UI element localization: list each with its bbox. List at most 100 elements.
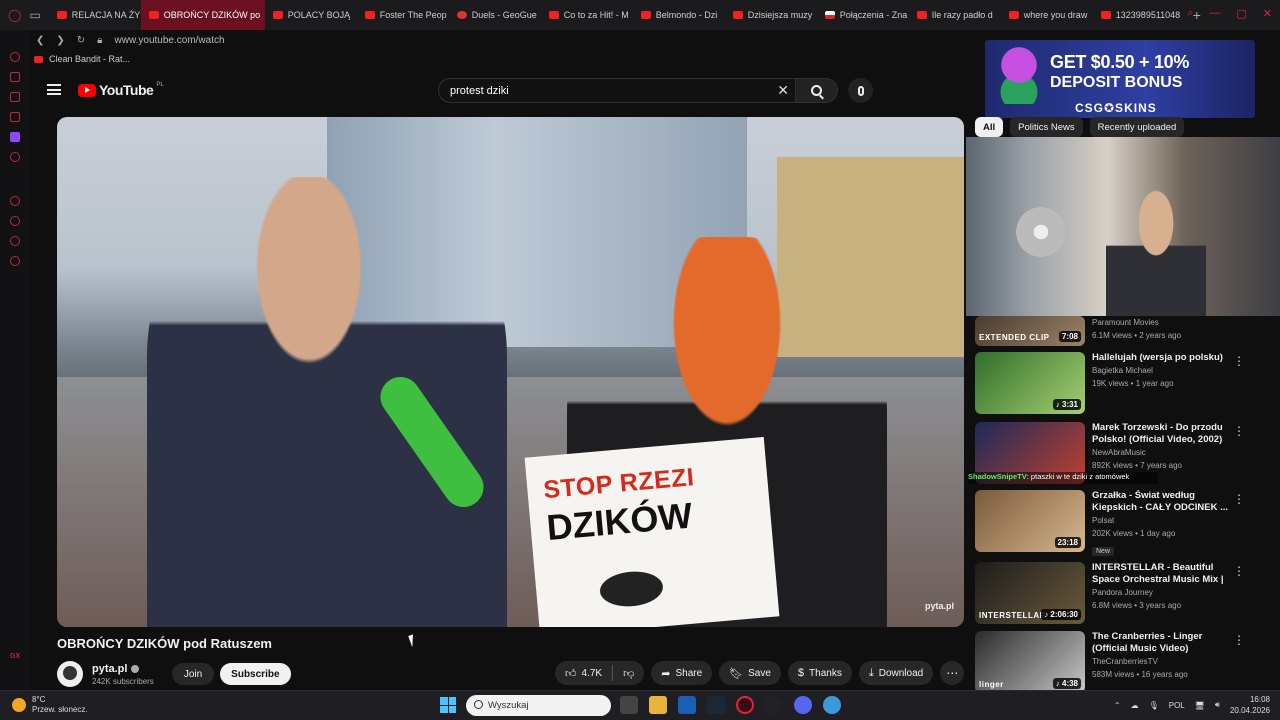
player-icon[interactable] bbox=[10, 196, 20, 206]
search-button[interactable] bbox=[796, 78, 838, 103]
recommendation-thumbnail[interactable]: ♪ 3:31 bbox=[975, 352, 1085, 414]
recommendation-title[interactable]: The Cranberries - Linger (Official Music… bbox=[1092, 631, 1232, 655]
recommendation-channel[interactable]: NewAbraMusic bbox=[1092, 446, 1232, 459]
browser-tab[interactable]: Dzisiejsza muzy bbox=[725, 0, 817, 30]
channel-avatar[interactable] bbox=[57, 661, 83, 687]
share-button[interactable]: ➦ Share bbox=[651, 661, 713, 685]
more-options-icon[interactable]: ⋮ bbox=[1233, 354, 1245, 368]
network-icon[interactable]: 🖥︎ bbox=[1195, 701, 1205, 710]
url-field[interactable]: www.youtube.com/watch bbox=[115, 35, 225, 46]
voice-search-button[interactable] bbox=[848, 78, 873, 103]
browser-tab[interactable]: Połączenia - Zna bbox=[817, 0, 909, 30]
minimize-button[interactable]: — bbox=[1209, 7, 1220, 20]
twitch-icon[interactable] bbox=[10, 132, 20, 142]
mail-icon[interactable] bbox=[678, 696, 696, 714]
spotify-icon[interactable] bbox=[765, 696, 783, 714]
settings-icon[interactable] bbox=[10, 256, 20, 266]
recommendation-title[interactable]: Grzałka - Świat według Kiepskich - CAŁY … bbox=[1092, 490, 1232, 514]
taskbar-search[interactable]: Wyszukaj bbox=[466, 695, 611, 716]
weather-widget[interactable]: 8°C Przew. słonecz. bbox=[12, 695, 88, 715]
file-explorer-icon[interactable] bbox=[649, 696, 667, 714]
language-indicator[interactable]: POL bbox=[1169, 701, 1185, 710]
browser-tab[interactable]: OBROŃCY DZIKÓW po bbox=[140, 0, 265, 30]
browser-tab[interactable]: Belmondo - Dzi bbox=[633, 0, 725, 30]
clear-search-icon[interactable]: ✕ bbox=[777, 82, 789, 99]
history-icon[interactable] bbox=[10, 216, 20, 226]
save-button[interactable]: 🔖︎ Save bbox=[719, 661, 781, 685]
opera-gx-icon[interactable] bbox=[736, 696, 754, 714]
recommendation-thumbnail[interactable]: INTERSTELLAR ♪ 2:06:30 bbox=[975, 562, 1085, 624]
opera-logo-icon[interactable]: ◯ bbox=[8, 8, 21, 22]
bookmark-item[interactable]: Clean Bandit - Rat... bbox=[49, 54, 130, 64]
recommendation-thumbnail[interactable]: EXTENDED CLIP 7:08 bbox=[975, 316, 1085, 346]
discord-icon[interactable] bbox=[794, 696, 812, 714]
browser-tab[interactable]: Duels - GeoGue bbox=[449, 0, 541, 30]
steam-icon[interactable] bbox=[707, 696, 725, 714]
recommendation-title[interactable]: Marek Torzewski - Do przodu Polsko! (Off… bbox=[1092, 422, 1232, 446]
browser-tab[interactable]: Foster The Peop bbox=[357, 0, 449, 30]
close-window-button[interactable]: ✕ bbox=[1263, 7, 1272, 20]
recommendation-item[interactable]: linger ♪ 4:38 The Cranberries - Linger (Of… bbox=[975, 631, 1265, 693]
download-button[interactable]: ⤓ Download bbox=[858, 661, 934, 685]
recommendation-channel[interactable]: Bagietka Michael bbox=[1092, 364, 1232, 377]
forward-icon[interactable]: ❯ bbox=[56, 35, 64, 46]
recommendation-channel[interactable]: Polsat bbox=[1092, 514, 1232, 527]
browser-tab[interactable]: Ile razy padło d bbox=[909, 0, 1001, 30]
aria-icon[interactable] bbox=[10, 52, 20, 62]
like-button[interactable]: 👍︎ 4.7K bbox=[555, 661, 612, 685]
reload-icon[interactable]: ↻ bbox=[77, 35, 85, 46]
recommendation-thumbnail[interactable]: 23:18 bbox=[975, 490, 1085, 552]
clock[interactable]: 16:08 20.04.2026 bbox=[1230, 694, 1270, 716]
tab-workspace-icon[interactable]: ▭ bbox=[29, 8, 40, 22]
chip-recently-uploaded[interactable]: Recently uploaded bbox=[1089, 117, 1185, 137]
task-view-icon[interactable] bbox=[620, 696, 638, 714]
bell-icon[interactable] bbox=[10, 152, 20, 162]
maximize-button[interactable]: ▢ bbox=[1236, 7, 1246, 20]
recommendation-title[interactable]: INTERSTELLAR - Beautiful Space Orchestra… bbox=[1092, 562, 1232, 586]
onedrive-icon[interactable]: ☁ bbox=[1131, 701, 1139, 710]
chip-politics-news[interactable]: Politics News bbox=[1010, 117, 1083, 137]
sidebar-ad[interactable]: GET $0.50 + 10% DEPOSIT BONUS CSG✪SKINS bbox=[985, 40, 1255, 118]
more-options-icon[interactable]: ⋮ bbox=[1233, 424, 1245, 438]
more-options-icon[interactable]: ⋮ bbox=[1233, 564, 1245, 578]
recommendation-item[interactable]: ♪ 3:31 Hallelujah (wersja po polsku) Bagie… bbox=[975, 352, 1265, 414]
channel-name[interactable]: pyta.pl bbox=[92, 663, 127, 675]
recommendation-title[interactable]: Hallelujah (wersja po polsku) bbox=[1092, 352, 1232, 364]
recommendation-item[interactable]: 23:18 Grzałka - Świat według Kiepskich - … bbox=[975, 490, 1265, 558]
chip-all[interactable]: All bbox=[975, 117, 1004, 137]
recommendation-channel[interactable]: TheCranberriesTV bbox=[1092, 655, 1232, 668]
video-player[interactable]: STOP RZEZI DZIKÓW pyta.pl bbox=[57, 117, 964, 627]
volume-icon[interactable]: 🔊︎ bbox=[1215, 700, 1220, 710]
recommendation-thumbnail[interactable]: linger ♪ 4:38 bbox=[975, 631, 1085, 693]
browser-tab[interactable]: POLACY BOJĄ bbox=[265, 0, 357, 30]
browser-tab[interactable]: where you draw bbox=[1001, 0, 1093, 30]
join-button[interactable]: Join bbox=[171, 663, 215, 685]
dislike-button[interactable]: 👎︎ bbox=[613, 661, 644, 685]
browser-tab[interactable]: RELACJA NA ŻY bbox=[49, 0, 141, 30]
recommendation-channel[interactable]: Pandora Journey bbox=[1092, 586, 1232, 599]
search-tabs-icon[interactable]: ⌕ bbox=[1187, 7, 1193, 20]
extensions-icon[interactable] bbox=[10, 236, 20, 246]
globe-icon[interactable] bbox=[823, 696, 841, 714]
recommendation-item[interactable]: INTERSTELLAR ♪ 2:06:30 INTERSTELLAR - Beau… bbox=[975, 562, 1265, 624]
recommendation-item[interactable]: EXTENDED CLIP 7:08 Paramount Movies 6.1M vi… bbox=[975, 316, 1265, 346]
youtube-logo[interactable]: YouTube PL bbox=[78, 82, 164, 98]
recommendation-channel[interactable]: Paramount Movies bbox=[1092, 316, 1232, 329]
more-actions-icon[interactable]: ⋯ bbox=[940, 661, 965, 685]
back-icon[interactable]: ❮ bbox=[36, 35, 44, 46]
start-button[interactable] bbox=[440, 697, 456, 713]
tray-chevron-icon[interactable]: ⌃ bbox=[1114, 701, 1121, 710]
mic-tray-icon[interactable]: 🎙︎ bbox=[1149, 701, 1159, 710]
menu-icon[interactable] bbox=[47, 84, 61, 95]
search-input[interactable]: protest dziki ✕ bbox=[438, 78, 796, 103]
messenger-icon[interactable] bbox=[10, 72, 20, 82]
music-icon[interactable] bbox=[10, 112, 20, 122]
thanks-button[interactable]: $ Thanks bbox=[787, 661, 852, 685]
subscribe-button[interactable]: Subscribe bbox=[220, 663, 291, 685]
browser-tab[interactable]: 1323989511048 bbox=[1093, 0, 1185, 30]
tab-label: Dzisiejsza muzy bbox=[747, 10, 813, 20]
chat-icon[interactable] bbox=[10, 92, 20, 102]
browser-tab[interactable]: Co to za Hit! - M bbox=[541, 0, 633, 30]
more-options-icon[interactable]: ⋮ bbox=[1233, 492, 1245, 506]
more-options-icon[interactable]: ⋮ bbox=[1233, 633, 1245, 647]
